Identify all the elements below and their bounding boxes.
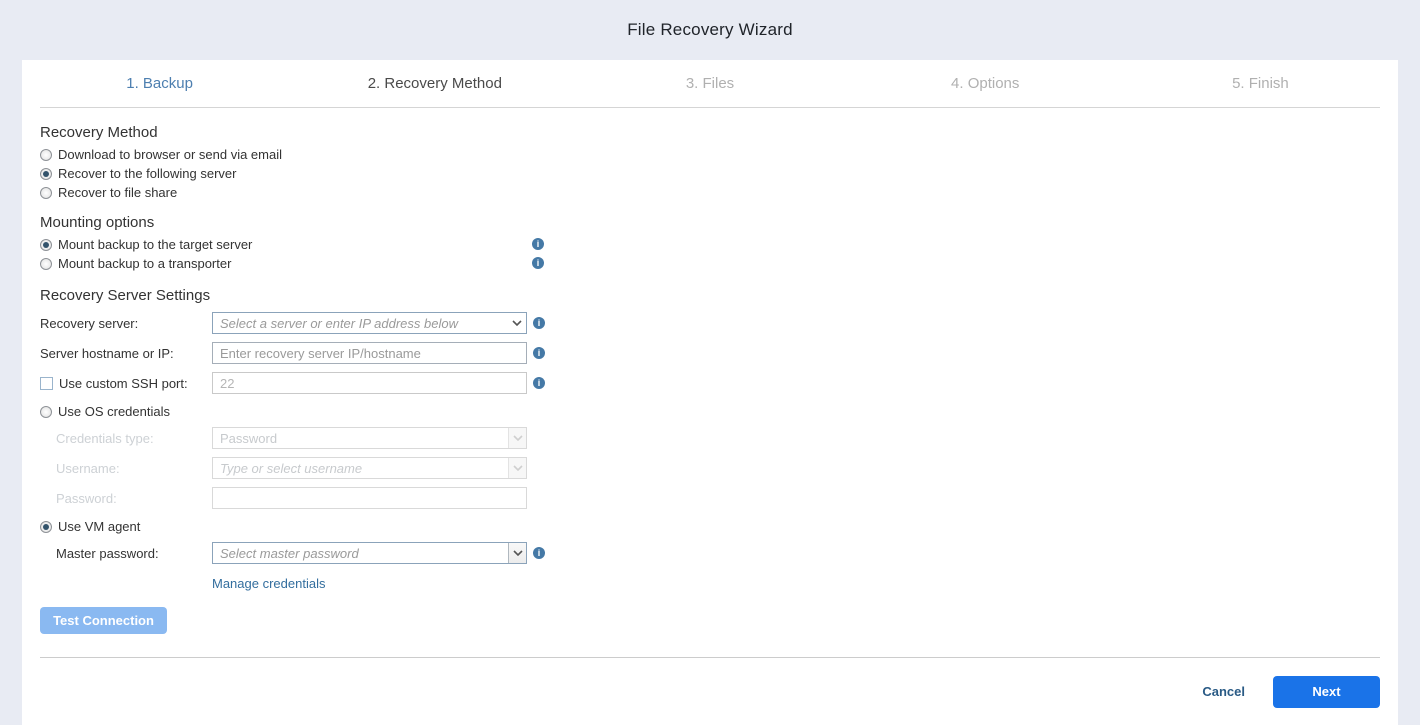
page-title: File Recovery Wizard: [627, 20, 793, 40]
password-input: [212, 487, 527, 509]
step-backup[interactable]: 1. Backup: [22, 75, 297, 92]
ssh-port-label[interactable]: Use custom SSH port:: [59, 376, 188, 391]
radio-icon[interactable]: [40, 406, 52, 418]
radio-vm-agent[interactable]: Use VM agent: [40, 517, 1380, 536]
ssh-port-checkbox[interactable]: [40, 377, 53, 390]
recovery-server-select[interactable]: Select a server or enter IP address belo…: [212, 312, 527, 334]
radio-download-browser[interactable]: Download to browser or send via email: [40, 145, 1380, 164]
recovery-server-label: Recovery server:: [40, 316, 212, 331]
select-placeholder: Select master password: [220, 546, 508, 561]
radio-label[interactable]: Use VM agent: [58, 519, 140, 534]
radio-label[interactable]: Mount backup to a transporter: [58, 256, 231, 271]
manage-credentials-row: Manage credentials: [212, 576, 1380, 591]
master-password-label: Master password:: [40, 546, 212, 561]
step-finish: 5. Finish: [1123, 75, 1398, 92]
radio-icon[interactable]: [40, 187, 52, 199]
radio-icon[interactable]: [40, 149, 52, 161]
username-select: Type or select username: [212, 457, 527, 479]
wizard-header: File Recovery Wizard: [0, 0, 1420, 60]
chevron-down-icon: [508, 313, 526, 333]
manage-credentials-link[interactable]: Manage credentials: [212, 576, 325, 591]
info-icon[interactable]: i: [532, 238, 544, 250]
hostname-input[interactable]: [212, 342, 527, 364]
recovery-server-row: Recovery server: Select a server or ente…: [40, 312, 1380, 334]
password-label: Password:: [40, 491, 212, 506]
radio-icon[interactable]: [40, 239, 52, 251]
chevron-down-icon: [508, 458, 526, 478]
step-files: 3. Files: [572, 75, 847, 92]
mounting-options-heading: Mounting options: [40, 214, 1380, 231]
ssh-port-row: Use custom SSH port: i: [40, 372, 1380, 394]
credentials-type-row: Credentials type: Password: [40, 427, 1380, 449]
username-label: Username:: [40, 461, 212, 476]
test-connection-button[interactable]: Test Connection: [40, 607, 167, 634]
info-icon[interactable]: i: [533, 347, 545, 359]
radio-mount-target-server[interactable]: Mount backup to the target server i: [40, 235, 1380, 254]
chevron-down-icon: [508, 543, 526, 563]
radio-icon[interactable]: [40, 258, 52, 270]
password-row: Password:: [40, 487, 1380, 509]
info-icon[interactable]: i: [533, 317, 545, 329]
credentials-type-select: Password: [212, 427, 527, 449]
info-icon[interactable]: i: [532, 257, 544, 269]
ssh-port-input: [212, 372, 527, 394]
chevron-down-icon: [508, 428, 526, 448]
wizard-card: 1. Backup 2. Recovery Method 3. Files 4.…: [22, 60, 1398, 725]
username-row: Username: Type or select username: [40, 457, 1380, 479]
master-password-row: Master password: Select master password …: [40, 542, 1380, 564]
step-options: 4. Options: [848, 75, 1123, 92]
master-password-select[interactable]: Select master password: [212, 542, 527, 564]
wizard-footer: Cancel Next: [22, 658, 1398, 725]
next-button[interactable]: Next: [1273, 676, 1380, 708]
radio-recover-to-server[interactable]: Recover to the following server: [40, 164, 1380, 183]
radio-icon[interactable]: [40, 168, 52, 180]
hostname-row: Server hostname or IP: i: [40, 342, 1380, 364]
select-placeholder: Select a server or enter IP address belo…: [220, 316, 508, 331]
radio-mount-transporter[interactable]: Mount backup to a transporter i: [40, 254, 1380, 273]
ssh-port-label-wrap: Use custom SSH port:: [40, 376, 212, 391]
cancel-button[interactable]: Cancel: [1202, 684, 1245, 699]
select-placeholder: Type or select username: [220, 461, 508, 476]
select-value: Password: [220, 431, 508, 446]
step-recovery-method: 2. Recovery Method: [297, 75, 572, 92]
info-icon[interactable]: i: [533, 547, 545, 559]
wizard-steps: 1. Backup 2. Recovery Method 3. Files 4.…: [22, 60, 1398, 107]
credentials-type-label: Credentials type:: [40, 431, 212, 446]
recovery-method-heading: Recovery Method: [40, 124, 1380, 141]
radio-label[interactable]: Download to browser or send via email: [58, 147, 282, 162]
info-icon[interactable]: i: [533, 377, 545, 389]
radio-recover-to-file-share[interactable]: Recover to file share: [40, 183, 1380, 202]
hostname-label: Server hostname or IP:: [40, 346, 212, 361]
server-settings-heading: Recovery Server Settings: [40, 287, 1380, 304]
radio-os-credentials[interactable]: Use OS credentials: [40, 402, 1380, 421]
radio-label[interactable]: Recover to the following server: [58, 166, 236, 181]
radio-label[interactable]: Mount backup to the target server: [58, 237, 252, 252]
radio-label[interactable]: Use OS credentials: [58, 404, 170, 419]
radio-icon[interactable]: [40, 521, 52, 533]
wizard-content: Recovery Method Download to browser or s…: [22, 108, 1398, 657]
radio-label[interactable]: Recover to file share: [58, 185, 177, 200]
